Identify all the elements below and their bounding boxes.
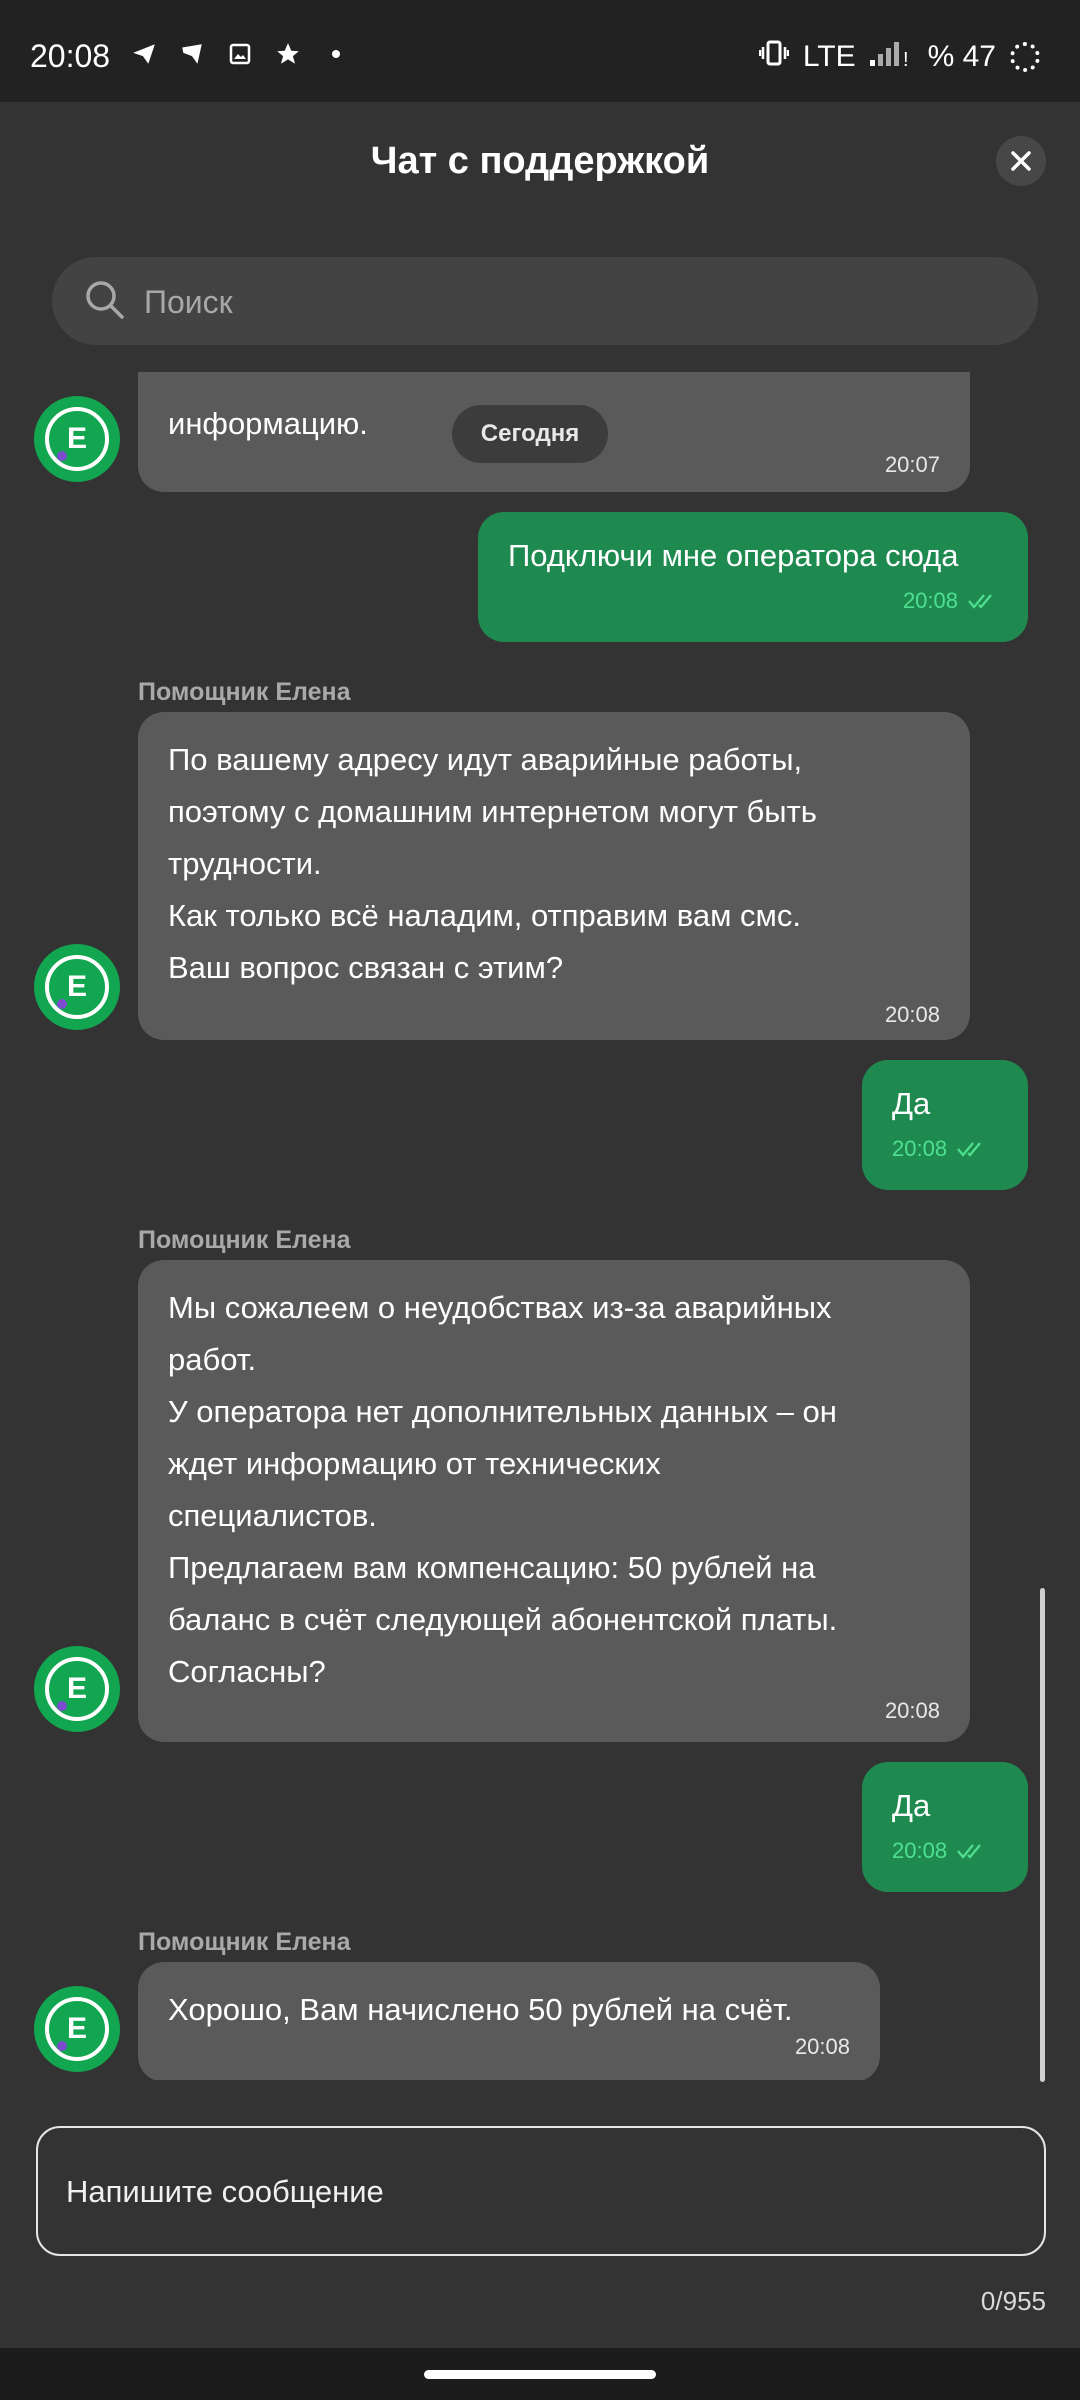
close-icon	[1011, 151, 1031, 171]
message-text: Да	[892, 1086, 931, 1121]
message-line: специалистов.	[168, 1498, 377, 1533]
sender-name: Помощник Елена	[138, 1226, 351, 1254]
message-line: ждет информацию от технических	[168, 1446, 661, 1481]
assistant-avatar: E	[34, 944, 120, 1030]
star-icon	[274, 40, 302, 68]
user-message: Подключи мне оператора сюда 20:08	[478, 512, 1028, 642]
dot-icon	[322, 40, 350, 68]
message-line: поэтому с домашним интернетом могут быть	[168, 794, 817, 829]
message-line: Предлагаем вам компенсацию: 50 рублей на	[168, 1550, 816, 1585]
vpn-icon	[178, 40, 206, 68]
signal-icon: !	[869, 38, 914, 76]
close-button[interactable]	[996, 136, 1046, 186]
message-line: Мы сожалеем о неудобствах из-за аварийны…	[168, 1290, 832, 1325]
sender-name: Помощник Елена	[138, 1928, 351, 1956]
telegram-icon	[130, 40, 158, 68]
message-time: 20:08	[892, 1134, 998, 1164]
message-time: 20:08	[884, 1002, 940, 1027]
user-message: Да 20:08	[862, 1762, 1028, 1892]
gallery-icon	[226, 40, 254, 68]
message-text: Подключи мне оператора сюда	[508, 538, 959, 573]
search-input[interactable]	[142, 257, 1006, 347]
assistant-avatar: E	[34, 1646, 120, 1732]
page-title: Чат с поддержкой	[370, 140, 710, 182]
message-line: Согласны?	[168, 1654, 326, 1689]
notification-icons	[130, 40, 350, 68]
status-time: 20:08	[30, 38, 111, 74]
message-line: работ.	[168, 1342, 257, 1377]
bot-message: Хорошо, Вам начислено 50 рублей на счёт.…	[138, 1962, 880, 2080]
bot-message: По вашему адресу идут аварийные работы, …	[138, 712, 970, 1040]
svg-text:!: !	[903, 49, 909, 68]
navigation-bar	[0, 2348, 1080, 2400]
search-icon	[86, 281, 124, 319]
assistant-avatar: E	[34, 1986, 120, 2072]
message-time: 20:08	[892, 1836, 998, 1866]
vibrate-icon	[758, 39, 790, 75]
message-text: Да	[892, 1788, 931, 1823]
message-time: 20:08	[794, 2034, 850, 2059]
search-bar[interactable]	[52, 257, 1038, 347]
double-check-icon	[968, 594, 992, 609]
message-line: Хорошо, Вам начислено 50 рублей на счёт.	[168, 1992, 793, 2027]
double-check-icon	[957, 1142, 981, 1157]
battery-icon	[1010, 42, 1040, 72]
user-message: Да 20:08	[862, 1060, 1028, 1190]
message-line: По вашему адресу идут аварийные работы,	[168, 742, 803, 777]
home-indicator[interactable]	[424, 2370, 656, 2379]
character-counter: 0/955	[980, 2286, 1046, 2316]
battery-label: % 47	[927, 40, 996, 73]
message-line: баланс в счёт следующей абонентской плат…	[168, 1602, 838, 1637]
message-composer[interactable]	[36, 2126, 1046, 2256]
chat-messages[interactable]: информацию. 20:07 Сегодня E Подключи мне…	[0, 372, 1080, 2080]
bot-message: Мы сожалеем о неудобствах из-за аварийны…	[138, 1260, 970, 1742]
sender-name: Помощник Елена	[138, 678, 351, 706]
message-line: У оператора нет дополнительных данных – …	[168, 1394, 837, 1429]
message-time: 20:08	[884, 1698, 940, 1723]
date-separator: Сегодня	[452, 405, 608, 463]
message-line: трудности.	[168, 846, 322, 881]
chat-scrollbar[interactable]	[1040, 1588, 1045, 2082]
status-bar: 20:08 LTE ! % 47	[0, 0, 1080, 102]
message-line: Как только всё наладим, отправим вам смс…	[168, 898, 801, 933]
assistant-avatar: E	[34, 396, 120, 482]
message-time: 20:08	[508, 586, 998, 616]
double-check-icon	[957, 1844, 981, 1859]
network-label: LTE	[802, 40, 856, 73]
system-status: LTE ! % 47	[758, 38, 1040, 76]
message-input[interactable]	[64, 2128, 1018, 2256]
message-line: Ваш вопрос связан с этим?	[168, 950, 564, 985]
